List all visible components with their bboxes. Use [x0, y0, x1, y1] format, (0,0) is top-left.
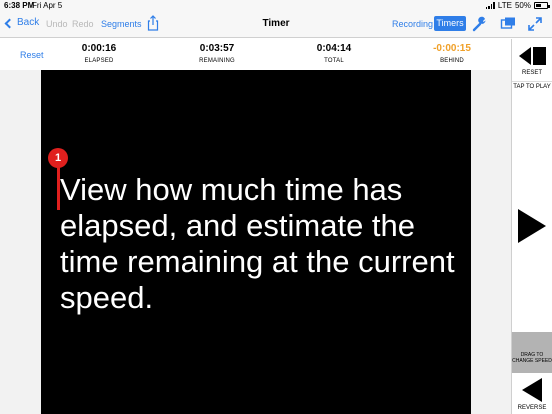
segments-button[interactable]: Segments — [101, 19, 142, 29]
stats-row: Reset 0:00:16 ELAPSED 0:03:57 REMAINING … — [0, 39, 512, 70]
remaining-value: 0:03:57 — [199, 43, 235, 54]
network-type: LTE — [497, 1, 512, 10]
right-margin — [471, 70, 511, 414]
status-bar: 6:38 PM Fri Apr 5 LTE 50% — [0, 0, 552, 11]
behind-value: -0:00:15 — [433, 43, 471, 54]
total-value: 0:04:14 — [316, 43, 352, 54]
speed-label: DRAG TO CHANGE SPEED — [512, 352, 552, 364]
behind-stat: -0:00:15 BEHIND — [407, 43, 497, 64]
prompter-view[interactable]: 1 View how much time has elapsed, and es… — [41, 70, 471, 414]
share-icon[interactable] — [147, 15, 159, 31]
behind-label: BEHIND — [440, 58, 464, 64]
recording-button[interactable]: Recording — [392, 19, 433, 29]
page-title: Timer — [262, 18, 290, 29]
timers-button[interactable]: Timers — [434, 16, 466, 31]
total-stat: 0:04:14 TOTAL — [289, 43, 379, 64]
elapsed-stat: 0:00:16 ELAPSED — [54, 43, 144, 64]
rewind-to-start-icon[interactable] — [517, 47, 549, 65]
reset-control-label: RESET — [521, 70, 542, 76]
external-display-icon[interactable] — [500, 16, 516, 32]
nav-bar: Back Undo Redo Segments Timer Recording … — [0, 11, 552, 38]
back-label: Back — [17, 17, 40, 28]
prompter-text: View how much time has elapsed, and esti… — [60, 172, 455, 315]
reverse-label: REVERSE — [517, 405, 547, 411]
control-panel: RESET TAP TO PLAY DRAG TO CHANGE SPEED R… — [511, 39, 552, 414]
marker-badge[interactable]: 1 — [48, 148, 68, 168]
total-label: TOTAL — [324, 58, 344, 64]
redo-button[interactable]: Redo — [72, 19, 94, 29]
tap-to-play-label: TAP TO PLAY — [512, 81, 552, 90]
left-margin — [0, 70, 41, 414]
signal-icon — [485, 2, 495, 9]
battery-percent: 50% — [514, 1, 531, 10]
reset-button[interactable]: Reset — [20, 50, 44, 60]
undo-button[interactable]: Undo — [46, 19, 68, 29]
expand-icon[interactable] — [527, 16, 543, 32]
status-date: Fri Apr 5 — [32, 1, 63, 10]
chevron-left-icon — [4, 18, 15, 28]
remaining-stat: 0:03:57 REMAINING — [172, 43, 262, 64]
elapsed-label: ELAPSED — [84, 58, 114, 64]
elapsed-value: 0:00:16 — [81, 43, 117, 54]
status-time: 6:38 PM — [4, 1, 35, 10]
wrench-icon[interactable] — [472, 16, 488, 32]
play-icon[interactable] — [517, 209, 547, 243]
battery-icon — [534, 2, 550, 9]
status-right: LTE 50% — [485, 1, 550, 10]
remaining-label: REMAINING — [199, 58, 235, 64]
back-button[interactable]: Back — [4, 17, 40, 28]
reverse-icon[interactable] — [522, 378, 542, 402]
